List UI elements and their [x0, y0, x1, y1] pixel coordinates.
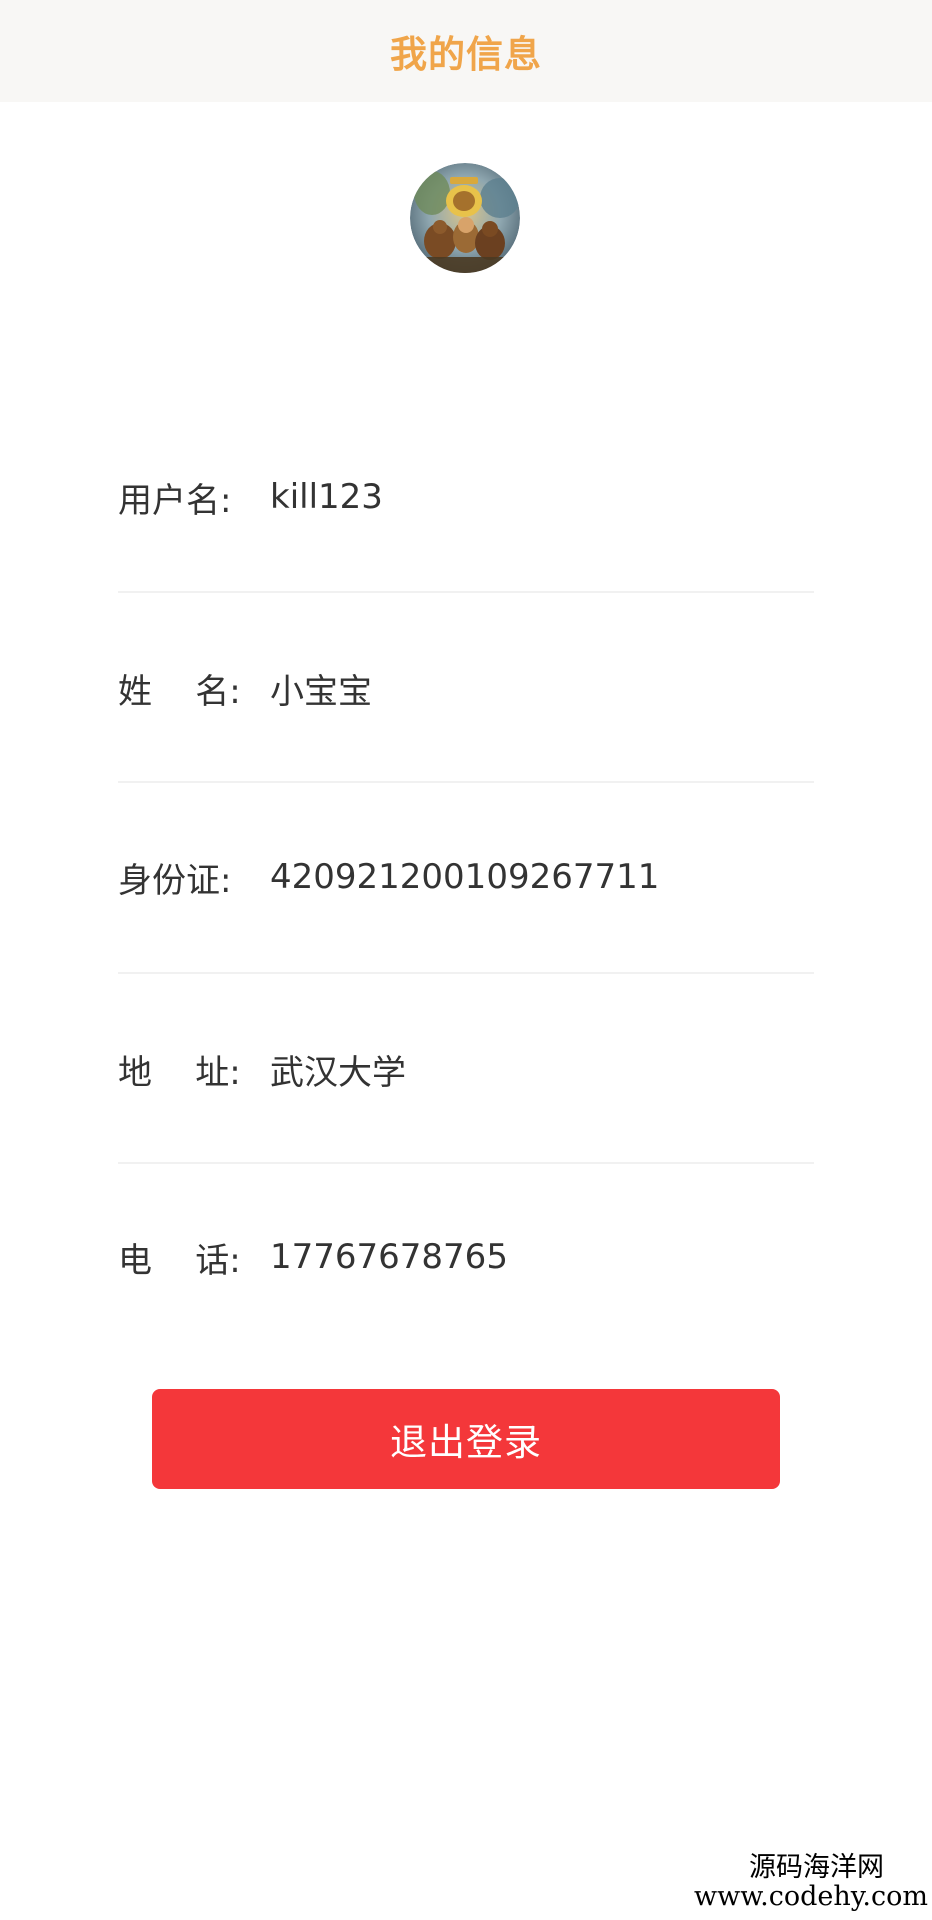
- avatar[interactable]: [410, 163, 520, 273]
- name-value: 小宝宝: [270, 671, 372, 712]
- page-title: 我的信息: [390, 33, 542, 76]
- address-label: 地 址:: [118, 1052, 241, 1093]
- watermark: 源码海洋网 www.codehy.com: [694, 1851, 928, 1913]
- avatar-image-icon: [410, 163, 520, 273]
- divider: [118, 972, 814, 974]
- watermark-site-name: 源码海洋网: [749, 1851, 884, 1883]
- username-value: kill123: [270, 477, 383, 517]
- profile-row-username: 用户名: kill123: [118, 467, 814, 527]
- id-card-value: 420921200109267711: [270, 857, 660, 897]
- divider: [118, 1162, 814, 1164]
- name-label: 姓 名:: [118, 671, 241, 712]
- profile-row-id-card: 身份证: 420921200109267711: [118, 847, 814, 907]
- id-card-label: 身份证:: [118, 860, 232, 901]
- header-bar: 我的信息: [0, 0, 932, 102]
- profile-row-phone: 电 话: 17767678765: [118, 1227, 814, 1287]
- address-value: 武汉大学: [270, 1052, 406, 1093]
- phone-value: 17767678765: [270, 1237, 508, 1277]
- phone-label: 电 话:: [118, 1240, 241, 1281]
- watermark-url: www.codehy.com: [694, 1881, 928, 1913]
- divider: [118, 781, 814, 783]
- profile-row-name: 姓 名: 小宝宝: [118, 658, 814, 718]
- divider: [118, 591, 814, 593]
- logout-button[interactable]: 退出登录: [152, 1389, 780, 1489]
- username-label: 用户名:: [118, 480, 232, 521]
- profile-row-address: 地 址: 武汉大学: [118, 1039, 814, 1099]
